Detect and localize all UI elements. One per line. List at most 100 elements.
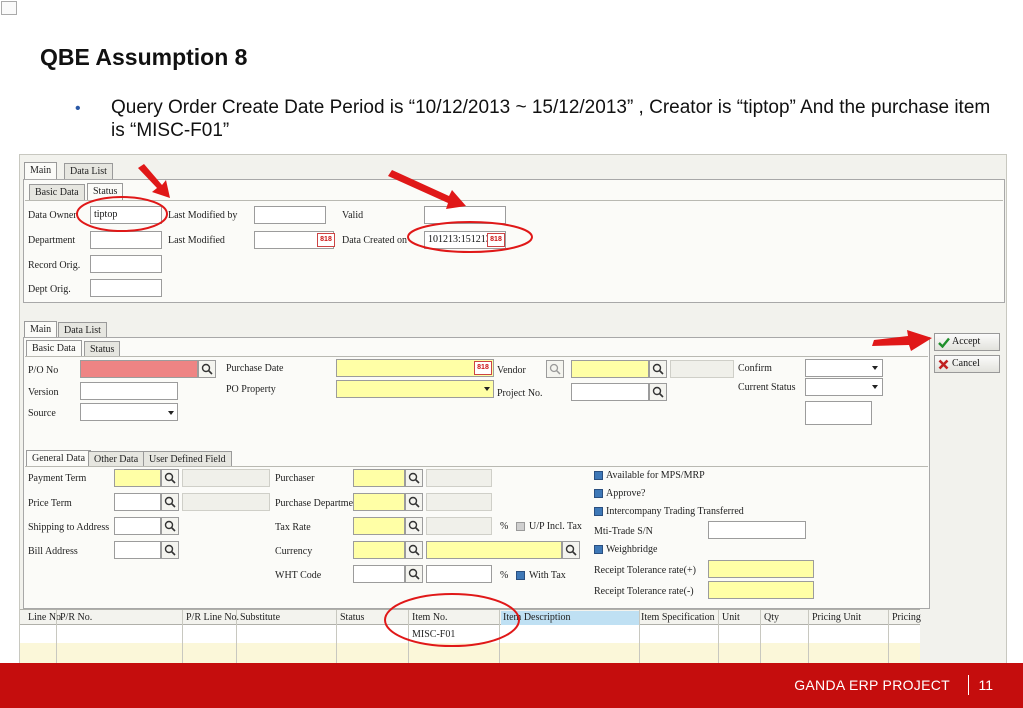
payment-term-search-icon[interactable]: [161, 469, 179, 487]
col-qty[interactable]: Qty: [764, 611, 779, 625]
tab-main-top[interactable]: Main: [24, 162, 58, 179]
last-modified-by-field[interactable]: [254, 206, 326, 224]
po-no-search-icon[interactable]: [198, 360, 216, 378]
currency-rate-search-icon[interactable]: [562, 541, 580, 559]
data-created-calendar-icon[interactable]: 818: [487, 233, 505, 247]
mti-trade-field[interactable]: [708, 521, 806, 539]
top-subtab-divider: [25, 200, 1003, 201]
status-image-box: [805, 401, 872, 425]
col-pr-no[interactable]: P/R No.: [60, 611, 92, 625]
wht-code-search-icon[interactable]: [405, 565, 423, 583]
items-grid-header: Line No P/R No. P/R Line No. Substitute …: [20, 609, 921, 625]
available-mps-checkbox[interactable]: [594, 471, 603, 480]
purchase-department-search-icon[interactable]: [405, 493, 423, 511]
table-row[interactable]: MISC-F01: [20, 625, 920, 643]
currency-field[interactable]: [353, 541, 405, 559]
cancel-button[interactable]: Cancel: [934, 355, 1000, 373]
last-modified-calendar-icon[interactable]: 818: [317, 233, 335, 247]
grid-divider: [336, 610, 337, 663]
with-tax-checkbox[interactable]: [516, 571, 525, 580]
col-pr-line-no[interactable]: P/R Line No.: [186, 611, 239, 625]
project-no-search-icon[interactable]: [649, 383, 667, 401]
col-unit[interactable]: Unit: [722, 611, 740, 625]
payment-term-field[interactable]: [114, 469, 161, 487]
po-property-dropdown-icon[interactable]: [482, 384, 492, 394]
footer-project-name: GANDA ERP PROJECT: [794, 677, 950, 693]
tab-data-list-bottom[interactable]: Data List: [58, 322, 107, 338]
price-term-field[interactable]: [114, 493, 161, 511]
tax-rate-search-icon[interactable]: [405, 517, 423, 535]
approve-checkbox[interactable]: [594, 489, 603, 498]
purchase-date-field[interactable]: [336, 359, 494, 377]
subtab-basic-data-top[interactable]: Basic Data: [29, 184, 85, 200]
price-term-search-icon[interactable]: [161, 493, 179, 511]
intercompany-checkbox[interactable]: [594, 507, 603, 516]
subtab-basic-data-bottom[interactable]: Basic Data: [26, 340, 82, 357]
purchase-date-calendar-icon[interactable]: 818: [474, 361, 492, 375]
tab-user-defined-field[interactable]: User Defined Field: [143, 451, 232, 467]
available-mps-label: Available for MPS/MRP: [606, 470, 705, 481]
wht-code-value[interactable]: [426, 565, 492, 583]
vendor-lookup-icon[interactable]: [546, 360, 564, 378]
grid-divider: [408, 610, 409, 663]
subtab-status-top[interactable]: Status: [87, 183, 124, 200]
col-item-specification[interactable]: Item Specification: [641, 611, 715, 625]
receipt-tol-minus-field[interactable]: [708, 581, 814, 599]
col-item-description[interactable]: Item Description: [501, 611, 639, 625]
tab-data-list-top[interactable]: Data List: [64, 163, 113, 179]
receipt-tol-plus-field[interactable]: [708, 560, 814, 578]
wht-percent-label: %: [500, 570, 509, 581]
intercompany-label: Intercompany Trading Transferred: [606, 506, 744, 517]
table-row-new[interactable]: [20, 643, 920, 663]
valid-field[interactable]: [424, 206, 506, 224]
vendor-search-icon[interactable]: [649, 360, 667, 378]
project-no-field[interactable]: [571, 383, 649, 401]
checkmark-icon: [938, 337, 950, 348]
vendor-field[interactable]: [571, 360, 649, 378]
tab-main-bottom[interactable]: Main: [24, 321, 58, 338]
col-pricing-unit[interactable]: Pricing Unit: [812, 611, 861, 625]
bill-address-field[interactable]: [114, 541, 161, 559]
accept-button[interactable]: Accept: [934, 333, 1000, 351]
shipping-address-field[interactable]: [114, 517, 161, 535]
tab-other-data[interactable]: Other Data: [88, 451, 145, 467]
data-owner-field[interactable]: tiptop: [90, 206, 162, 224]
tax-rate-field[interactable]: [353, 517, 405, 535]
purchaser-field[interactable]: [353, 469, 405, 487]
department-field[interactable]: [90, 231, 162, 249]
record-orig-field[interactable]: [90, 255, 162, 273]
po-property-select[interactable]: [336, 380, 494, 398]
subtab-status-bottom[interactable]: Status: [84, 341, 121, 357]
tab-general-data[interactable]: General Data: [26, 450, 92, 467]
grid-divider: [639, 610, 640, 663]
currency-search-icon[interactable]: [405, 541, 423, 559]
col-substitute[interactable]: Substitute: [240, 611, 280, 625]
col-status[interactable]: Status: [340, 611, 364, 625]
dept-orig-field[interactable]: [90, 279, 162, 297]
grid-divider: [718, 610, 719, 663]
currency-rate-field[interactable]: [426, 541, 562, 559]
col-item-no[interactable]: Item No.: [412, 611, 448, 625]
current-status-dropdown-icon[interactable]: [870, 382, 880, 392]
erp-window: Main Data List Basic Data Status Data Ow…: [19, 154, 1007, 664]
version-field[interactable]: [80, 382, 178, 400]
col-pricing[interactable]: Pricing: [892, 611, 921, 625]
purchaser-label: Purchaser: [275, 473, 315, 484]
slide-title: QBE Assumption 8: [40, 44, 248, 70]
purchaser-name: [426, 469, 492, 487]
purchaser-search-icon[interactable]: [405, 469, 423, 487]
source-select[interactable]: [80, 403, 178, 421]
po-no-field[interactable]: [80, 360, 198, 378]
wht-code-field[interactable]: [353, 565, 405, 583]
shipping-address-search-icon[interactable]: [161, 517, 179, 535]
up-incl-tax-checkbox[interactable]: [516, 522, 525, 531]
source-dropdown-icon[interactable]: [166, 408, 176, 418]
purchase-department-field[interactable]: [353, 493, 405, 511]
shipping-address-label: Shipping to Address: [28, 522, 110, 533]
weighbridge-checkbox[interactable]: [594, 545, 603, 554]
last-modified-by-label: Last Modified by: [168, 210, 238, 221]
bill-address-search-icon[interactable]: [161, 541, 179, 559]
version-label: Version: [28, 387, 59, 398]
footer-page-number: 11: [978, 677, 993, 693]
confirm-dropdown-icon[interactable]: [870, 363, 880, 373]
